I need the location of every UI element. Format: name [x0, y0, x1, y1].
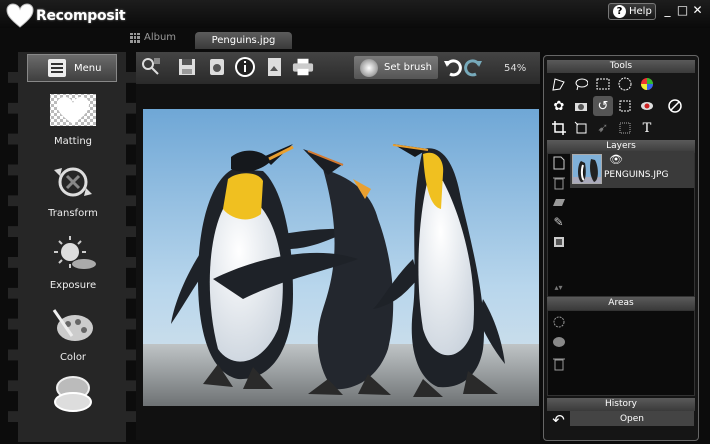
history-undo-icon[interactable]: ↶: [551, 411, 566, 429]
area-select-icon[interactable]: [551, 314, 566, 329]
areas-list: [547, 310, 695, 396]
pencil-icon[interactable]: ✎: [551, 214, 566, 229]
history-item[interactable]: Open: [570, 411, 694, 426]
visibility-eye-icon[interactable]: 👁: [609, 153, 623, 166]
resize-crop-icon[interactable]: [573, 120, 589, 136]
dashed-square-icon[interactable]: [617, 98, 633, 114]
sidebar-item-transform[interactable]: Transform: [28, 162, 118, 219]
sun-exposure-icon: [48, 234, 98, 274]
photo-canvas[interactable]: [143, 109, 539, 406]
rotate-icon[interactable]: ↺: [593, 96, 613, 116]
layer-effect-icon[interactable]: [551, 195, 566, 210]
sidebar-item-matting[interactable]: Matting: [28, 90, 118, 147]
crop-icon[interactable]: [551, 120, 567, 136]
layer-item[interactable]: 👁 PENGUINS.JPG: [570, 151, 694, 188]
menu-icon: [48, 59, 66, 77]
red-eye-icon[interactable]: [639, 98, 655, 114]
layer-order-arrows-icon[interactable]: ▴▾: [551, 280, 566, 295]
zoom-in-icon[interactable]: [140, 56, 162, 78]
merge-layer-icon[interactable]: [551, 234, 566, 249]
marquee-icon[interactable]: [617, 120, 633, 136]
set-brush-button[interactable]: Set brush: [354, 56, 438, 79]
tab-album[interactable]: Album: [130, 32, 176, 43]
matting-heart-icon: [48, 90, 98, 130]
layer-thumbnail: [572, 154, 602, 184]
color-wheel-icon[interactable]: [639, 76, 655, 92]
help-icon: ?: [613, 5, 626, 18]
close-button[interactable]: ✕: [691, 4, 704, 17]
layer-name: PENGUINS.JPG: [604, 170, 669, 180]
tab-album-label: Album: [144, 32, 177, 43]
sidebar-item-compact[interactable]: [28, 374, 118, 414]
sidebar-item-label: Exposure: [49, 280, 97, 291]
top-toolbar: Set brush: [136, 52, 540, 84]
tools-grid: ✿ ↺ ➹ T: [549, 74, 689, 136]
transform-arrows-icon: [48, 162, 98, 202]
redo-icon[interactable]: [462, 56, 484, 78]
undo-icon[interactable]: [442, 56, 464, 78]
help-label: Help: [629, 6, 652, 17]
minimize-button[interactable]: _: [661, 4, 674, 17]
help-button[interactable]: ? Help: [608, 3, 656, 20]
compact-mirror-icon: [48, 374, 98, 414]
tools-header: Tools: [547, 60, 695, 73]
tab-active-file[interactable]: Penguins.jpg: [195, 32, 292, 49]
rect-select-icon[interactable]: [595, 76, 611, 92]
sidebar-item-color[interactable]: Color: [28, 306, 118, 363]
image-properties-icon[interactable]: [264, 56, 286, 78]
sidebar-item-exposure[interactable]: Exposure: [28, 234, 118, 291]
heart-logo-icon: [6, 3, 34, 28]
palette-color-icon: [48, 306, 98, 346]
delete-layer-icon[interactable]: [551, 175, 566, 190]
history-header: History: [547, 398, 695, 411]
maximize-button[interactable]: □: [676, 4, 689, 17]
move-icon[interactable]: ➹: [595, 120, 611, 136]
set-brush-label: Set brush: [384, 62, 432, 73]
text-tool-icon[interactable]: T: [639, 120, 655, 136]
camera-icon[interactable]: [573, 98, 589, 114]
polygon-select-icon[interactable]: [551, 76, 567, 92]
info-icon[interactable]: [234, 56, 256, 78]
sidebar-item-label: Matting: [53, 136, 93, 147]
area-fill-icon[interactable]: [551, 334, 566, 349]
new-layer-icon[interactable]: [551, 155, 566, 170]
save-icon[interactable]: [176, 56, 198, 78]
menu-button[interactable]: Menu: [27, 54, 117, 82]
stamp-icon[interactable]: ✿: [551, 98, 567, 114]
areas-header: Areas: [547, 297, 695, 310]
sidebar-item-label: Transform: [48, 208, 98, 219]
title-bar: Recomposit ? Help _ □ ✕: [0, 0, 710, 28]
app-logo: Recomposit: [6, 3, 126, 29]
ellipse-select-icon[interactable]: [617, 76, 633, 92]
export-icon[interactable]: [206, 56, 228, 78]
lasso-icon[interactable]: [573, 76, 589, 92]
grid-icon: [130, 32, 140, 43]
zoom-level: 54%: [504, 63, 527, 74]
print-icon[interactable]: [292, 56, 314, 78]
brush-icon: [360, 58, 378, 77]
app-name: Recomposit: [36, 8, 126, 24]
sidebar-item-label: Color: [59, 352, 87, 363]
penguins-image: [143, 109, 539, 406]
no-entry-icon[interactable]: [667, 98, 683, 114]
delete-area-icon[interactable]: [551, 356, 566, 371]
menu-label: Menu: [74, 62, 102, 74]
